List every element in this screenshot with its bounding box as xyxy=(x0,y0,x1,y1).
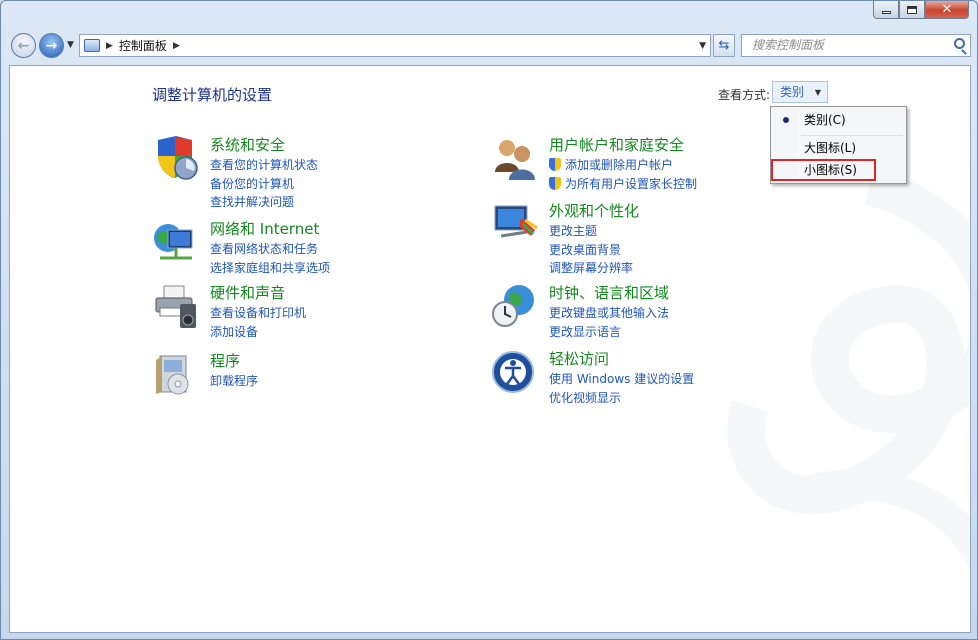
highlight-box xyxy=(771,159,876,181)
background-swirl-decoration xyxy=(727,167,970,573)
task-link[interactable]: 查看您的计算机状态 xyxy=(210,156,318,175)
minimize-icon xyxy=(881,11,891,14)
chevron-down-icon: ▼ xyxy=(814,88,821,97)
task-link[interactable]: 备份您的计算机 xyxy=(210,175,318,194)
category-title[interactable]: 程序 xyxy=(210,350,240,371)
task-link[interactable]: 使用 Windows 建议的设置 xyxy=(549,370,694,389)
forward-arrow-icon: → xyxy=(45,37,58,54)
task-link-label: 添加或删除用户帐户 xyxy=(565,158,674,172)
shield-icon[interactable] xyxy=(152,134,200,182)
address-bar[interactable]: ▶ 控制面板 ▶ ▼ xyxy=(79,34,711,57)
menu-item-large-icons[interactable]: 大图标(L) xyxy=(772,137,905,159)
network-globe-icon[interactable] xyxy=(152,218,200,266)
task-link[interactable]: 为所有用户设置家长控制 xyxy=(549,175,697,194)
page-title: 调整计算机的设置 xyxy=(152,86,273,104)
task-link[interactable]: 查看设备和打印机 xyxy=(210,304,306,323)
main-content: 调整计算机的设置 查看方式: 类别 ▼ 系统和安全 查看您的计算机状态 备份您的… xyxy=(9,65,971,633)
close-button[interactable]: ✕ xyxy=(925,1,969,19)
task-link-label: 为所有用户设置家长控制 xyxy=(565,176,698,191)
control-panel-icon xyxy=(84,39,100,52)
view-by-menu: 类别(C) 大图标(L) 小图标(S) xyxy=(770,106,907,184)
view-by-label: 查看方式: xyxy=(718,88,771,102)
task-link[interactable]: 调整屏幕分辨率 xyxy=(549,259,633,278)
category-title[interactable]: 硬件和声音 xyxy=(210,282,285,303)
navigation-bar: ← → ▼ ▶ 控制面板 ▶ ▼ ⇆ 搜索控制面板 xyxy=(9,31,971,61)
ease-of-access-icon[interactable] xyxy=(491,348,539,396)
forward-button[interactable]: → xyxy=(39,33,64,58)
view-by-value: 类别 xyxy=(780,85,805,99)
refresh-button[interactable]: ⇆ xyxy=(713,34,735,57)
task-link[interactable]: 查看网络状态和任务 xyxy=(210,240,330,259)
task-link[interactable]: 更改显示语言 xyxy=(549,323,669,342)
breadcrumb-chevron-icon[interactable]: ▶ xyxy=(106,41,113,51)
back-arrow-icon: ← xyxy=(17,37,30,54)
task-link[interactable]: 更改主题 xyxy=(549,222,633,241)
task-link[interactable]: 查找并解决问题 xyxy=(210,193,318,212)
monitor-paint-icon[interactable] xyxy=(491,200,539,248)
view-by-select[interactable]: 类别 ▼ xyxy=(772,81,828,103)
menu-item-label: 大图标(L) xyxy=(804,141,857,155)
category-title[interactable]: 用户帐户和家庭安全 xyxy=(549,134,684,155)
printer-icon[interactable] xyxy=(152,282,200,330)
address-dropdown-icon[interactable]: ▼ xyxy=(699,41,706,51)
programs-icon[interactable] xyxy=(152,350,200,398)
task-link[interactable]: 添加或删除用户帐户 xyxy=(549,156,697,175)
category-title[interactable]: 外观和个性化 xyxy=(549,200,639,221)
maximize-icon xyxy=(907,5,917,14)
uac-shield-icon xyxy=(549,176,561,190)
task-link[interactable]: 更改桌面背景 xyxy=(549,241,633,260)
search-placeholder: 搜索控制面板 xyxy=(752,38,825,52)
users-icon[interactable] xyxy=(491,134,539,182)
menu-separator xyxy=(801,135,903,136)
clock-globe-icon[interactable] xyxy=(491,282,539,330)
task-link[interactable]: 优化视频显示 xyxy=(549,389,694,408)
minimize-button[interactable] xyxy=(873,1,899,19)
caption-buttons: ✕ xyxy=(873,1,969,19)
control-panel-window: ✕ ← → ▼ ▶ 控制面板 ▶ ▼ ⇆ 搜索控制面板 调整计算机的设置 查看方… xyxy=(0,0,978,640)
recent-pages-dropdown[interactable]: ▼ xyxy=(67,40,74,50)
search-icon[interactable] xyxy=(954,38,965,49)
menu-item-label: 类别(C) xyxy=(804,113,846,127)
close-icon: ✕ xyxy=(941,2,953,17)
menu-item-category[interactable]: 类别(C) xyxy=(772,109,905,131)
refresh-icon: ⇆ xyxy=(718,38,730,53)
back-button[interactable]: ← xyxy=(11,33,36,58)
category-title[interactable]: 系统和安全 xyxy=(210,134,285,155)
task-link[interactable]: 卸载程序 xyxy=(210,372,258,391)
breadcrumb-control-panel[interactable]: 控制面板 xyxy=(119,37,167,54)
task-link[interactable]: 添加设备 xyxy=(210,323,306,342)
task-link[interactable]: 选择家庭组和共享选项 xyxy=(210,259,330,278)
category-title[interactable]: 时钟、语言和区域 xyxy=(549,282,669,303)
task-link[interactable]: 更改键盘或其他输入法 xyxy=(549,304,669,323)
radio-dot-icon xyxy=(783,117,789,123)
uac-shield-icon xyxy=(549,158,561,171)
search-input[interactable]: 搜索控制面板 xyxy=(741,34,971,57)
breadcrumb-chevron-icon[interactable]: ▶ xyxy=(173,41,180,51)
category-title[interactable]: 轻松访问 xyxy=(549,348,609,369)
maximize-button[interactable] xyxy=(899,1,925,19)
category-title[interactable]: 网络和 Internet xyxy=(210,218,319,239)
